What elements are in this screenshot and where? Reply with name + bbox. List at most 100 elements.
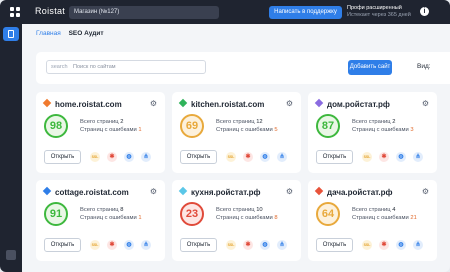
brand-logo: Roistat (35, 6, 66, 16)
ssl-icon[interactable]: SSL (362, 240, 372, 250)
pages-errors: Страниц с ошибками 1 (80, 127, 142, 133)
view-toggle[interactable]: Вид: (417, 63, 431, 70)
gear-icon[interactable]: ⚙ (286, 187, 293, 196)
bug-icon[interactable]: ✱ (243, 240, 253, 250)
site-card: кухня.ройстат.рф ⚙ 23 Всего страниц 10 Стран… (172, 180, 301, 261)
sitemap-icon[interactable]: ⋔ (277, 240, 287, 250)
globe-icon[interactable]: ◍ (260, 240, 270, 250)
pages-total: Всего страниц 8 (80, 207, 123, 213)
pages-total-label: Всего страниц (352, 119, 391, 125)
site-name[interactable]: cottage.roistat.com (42, 186, 129, 197)
pages-errors-label: Страниц с ошибками (80, 127, 137, 133)
main-content: Главная SEO Аудит search Поиск по сайтам… (22, 24, 450, 272)
site-name[interactable]: home.roistat.com (42, 98, 122, 109)
pages-total-value: 10 (256, 207, 263, 213)
open-button[interactable]: Открыть (316, 150, 353, 164)
site-marker-icon (42, 98, 52, 108)
pages-errors: Страниц с ошибками 3 (352, 127, 414, 133)
open-button[interactable]: Открыть (180, 150, 217, 164)
pages-total: Всего страниц 12 (216, 119, 263, 125)
gear-icon[interactable]: ⚙ (422, 99, 429, 108)
site-name-text: дом.ройстат.рф (327, 100, 390, 109)
top-bar: Roistat Магазин (№127) Написать в поддер… (0, 0, 450, 24)
pages-total-value: 2 (392, 119, 396, 125)
sitemap-icon[interactable]: ⋔ (413, 240, 423, 250)
globe-icon[interactable]: ◍ (124, 152, 134, 162)
bug-icon[interactable]: ✱ (107, 240, 117, 250)
pages-errors-label: Страниц с ошибками (80, 215, 137, 221)
site-name[interactable]: дом.ройстат.рф (314, 98, 390, 109)
pages-errors-value: 21 (410, 215, 417, 221)
ssl-icon[interactable]: SSL (226, 152, 236, 162)
seo-score: 64 (316, 202, 340, 226)
search-input[interactable]: search Поиск по сайтам (46, 60, 206, 74)
pages-errors-value: 3 (410, 127, 414, 133)
pages-total-value: 2 (120, 119, 124, 125)
open-button[interactable]: Открыть (44, 238, 81, 252)
ssl-icon[interactable]: SSL (90, 240, 100, 250)
open-button[interactable]: Открыть (44, 150, 81, 164)
sitemap-icon[interactable]: ⋔ (141, 240, 151, 250)
globe-icon[interactable]: ◍ (260, 152, 270, 162)
ssl-icon[interactable]: SSL (226, 240, 236, 250)
site-name-text: home.roistat.com (55, 100, 122, 109)
add-site-button[interactable]: Добавить сайт (348, 60, 392, 75)
sidebar-bottom-icon[interactable] (6, 250, 16, 260)
bug-icon[interactable]: ✱ (379, 240, 389, 250)
pages-errors-value: 5 (274, 127, 278, 133)
pages-errors: Страниц с ошибками 21 (352, 215, 417, 221)
pages-errors-label: Страниц с ошибками (352, 215, 409, 221)
pages-errors-label: Страниц с ошибками (352, 127, 409, 133)
support-button[interactable]: Написать в поддержку (269, 6, 342, 19)
globe-icon[interactable]: ◍ (396, 152, 406, 162)
site-name[interactable]: дача.ройстат.рф (314, 186, 393, 197)
gear-icon[interactable]: ⚙ (286, 99, 293, 108)
seo-score: 23 (180, 202, 204, 226)
pages-errors: Страниц с ошибками 1 (80, 215, 142, 221)
project-selector[interactable]: Магазин (№127) (69, 6, 219, 19)
pages-total-label: Всего страниц (80, 119, 119, 125)
pages-errors: Страниц с ошибками 8 (216, 215, 278, 221)
info-icon[interactable]: i (420, 7, 429, 16)
sidebar-item-seo-audit[interactable] (3, 27, 19, 41)
ssl-icon[interactable]: SSL (362, 152, 372, 162)
globe-icon[interactable]: ◍ (124, 240, 134, 250)
gear-icon[interactable]: ⚙ (150, 187, 157, 196)
site-marker-icon (42, 186, 52, 196)
gear-icon[interactable]: ⚙ (422, 187, 429, 196)
sitemap-icon[interactable]: ⋔ (277, 152, 287, 162)
bug-icon[interactable]: ✱ (379, 152, 389, 162)
pages-errors-label: Страниц с ошибками (216, 215, 273, 221)
bug-icon[interactable]: ✱ (243, 152, 253, 162)
site-name-text: кухня.ройстат.рф (191, 188, 261, 197)
pages-total-label: Всего страниц (216, 207, 255, 213)
open-button[interactable]: Открыть (316, 238, 353, 252)
sitemap-icon[interactable]: ⋔ (141, 152, 151, 162)
ssl-icon[interactable]: SSL (90, 152, 100, 162)
gear-icon[interactable]: ⚙ (150, 99, 157, 108)
pages-total: Всего страниц 2 (352, 119, 395, 125)
apps-grid-icon[interactable] (10, 7, 20, 17)
site-card: дача.ройстат.рф ⚙ 64 Всего страниц 4 Страниц… (308, 180, 437, 261)
site-marker-icon (314, 98, 324, 108)
seo-score: 98 (44, 114, 68, 138)
sites-toolbar: search Поиск по сайтам Добавить сайт Вид… (36, 52, 450, 84)
bug-icon[interactable]: ✱ (107, 152, 117, 162)
search-label: search (51, 64, 68, 70)
site-marker-icon (314, 186, 324, 196)
pages-total-label: Всего страниц (80, 207, 119, 213)
site-card: home.roistat.com ⚙ 98 Всего страниц 2 Страни… (36, 92, 165, 173)
open-button[interactable]: Открыть (180, 238, 217, 252)
pages-errors-value: 1 (138, 215, 142, 221)
site-name[interactable]: кухня.ройстат.рф (178, 186, 261, 197)
pages-total-value: 8 (120, 207, 124, 213)
globe-icon[interactable]: ◍ (396, 240, 406, 250)
seo-score: 87 (316, 114, 340, 138)
pages-total: Всего страниц 2 (80, 119, 123, 125)
site-name-text: дача.ройстат.рф (327, 188, 393, 197)
site-name[interactable]: kitchen.roistat.com (178, 98, 264, 109)
breadcrumb-home[interactable]: Главная (36, 30, 61, 37)
sitemap-icon[interactable]: ⋔ (413, 152, 423, 162)
site-marker-icon (178, 186, 188, 196)
page-title: SEO Аудит (68, 30, 104, 37)
